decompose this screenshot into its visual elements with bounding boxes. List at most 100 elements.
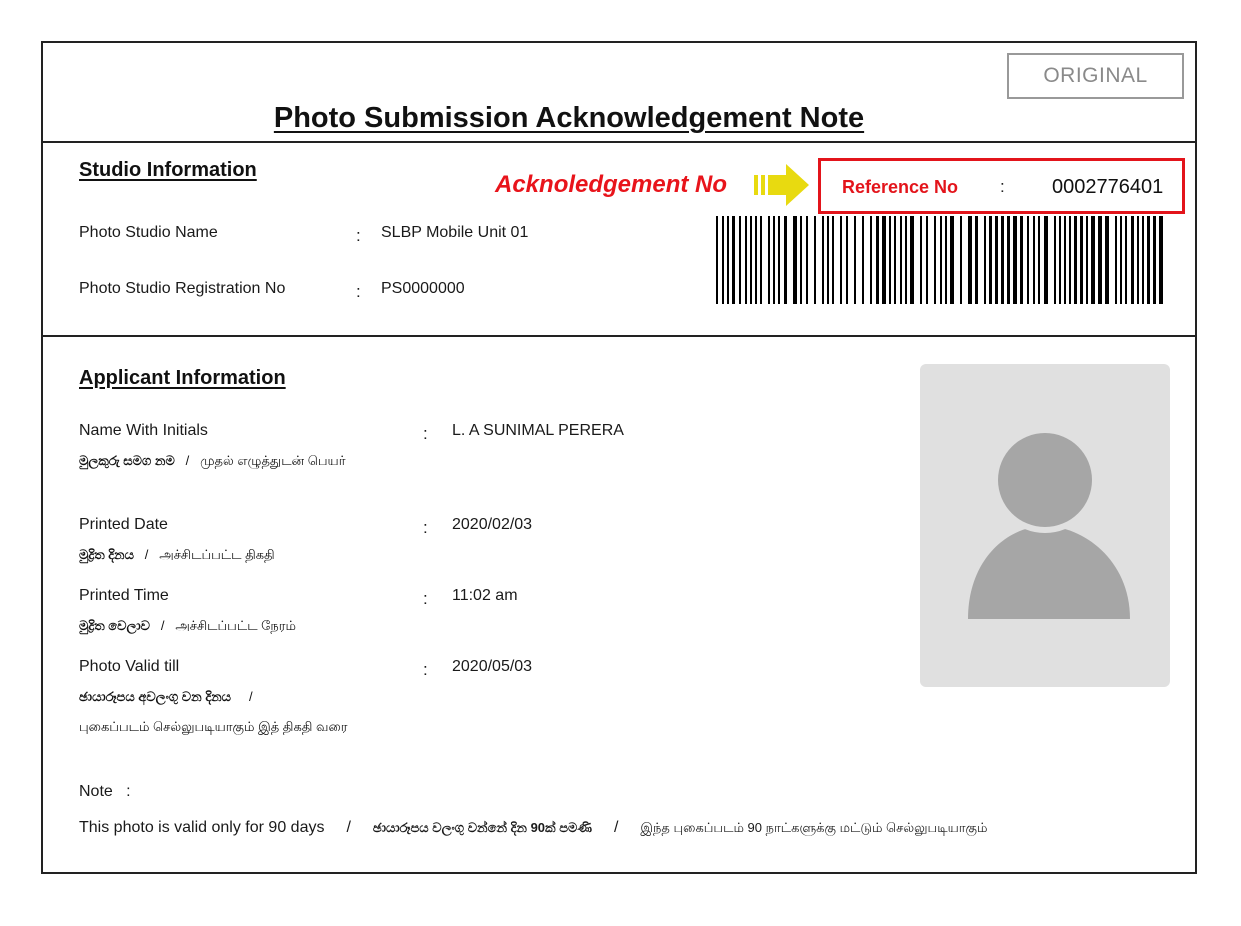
barcode-bar (1086, 216, 1088, 304)
studio-reg-label: Photo Studio Registration No (79, 280, 286, 297)
barcode-bar (722, 216, 724, 304)
barcode-bar (1013, 216, 1017, 304)
barcode-bar (1007, 216, 1010, 304)
applicant-photo (920, 364, 1170, 687)
studio-name-label: Photo Studio Name (79, 224, 218, 241)
barcode-bar (1044, 216, 1048, 304)
note-english: This photo is valid only for 90 days (79, 819, 325, 836)
barcode-bar (1064, 216, 1066, 304)
valid-till-sinhala-line: ඡායාරූපය අවලංගු වන දිනය / (79, 689, 253, 704)
printed-date-value: 2020/02/03 (452, 516, 533, 533)
section-divider (41, 335, 1197, 337)
barcode-bar (1027, 216, 1029, 304)
barcode-bar (814, 216, 816, 304)
barcode-bar (1098, 216, 1102, 304)
barcode-bar (806, 216, 808, 304)
printed-time-translation: මුද්‍රිත වෙලාව / அச்சிடப்பட்ட நேரம் (79, 618, 296, 633)
reference-no-colon: : (1000, 177, 1005, 196)
note-sinhala: ඡායාරූපය වලංගු වන්නේ දින 90ක් පමණි (372, 820, 592, 835)
barcode-bar (910, 216, 914, 304)
barcode-bar (784, 216, 787, 304)
original-stamp: ORIGINAL (1007, 53, 1184, 99)
barcode-bar (945, 216, 947, 304)
barcode-bar (1020, 216, 1023, 304)
reference-no-label: Reference No (842, 177, 959, 197)
barcode-bar (750, 216, 752, 304)
name-value: L. A SUNIMAL PERERA (452, 422, 624, 439)
barcode-bar (1131, 216, 1134, 304)
barcode-bar (760, 216, 762, 304)
printed-time-value: 11:02 am (452, 587, 518, 604)
printed-time-label: Printed Time (79, 587, 169, 604)
barcode-bar (1054, 216, 1056, 304)
barcode-bar (1115, 216, 1117, 304)
barcode-bar (755, 216, 757, 304)
name-tamil: முதல் எழுத்துடன் பெயர் (200, 453, 346, 468)
barcode-bar (1091, 216, 1095, 304)
name-label: Name With Initials (79, 422, 208, 439)
printed-date-sinhala: මුද්‍රිත දිනය (79, 547, 134, 562)
reference-no-value: 0002776401 (1052, 176, 1164, 198)
barcode-bar (773, 216, 775, 304)
barcode-bar (1137, 216, 1139, 304)
barcode-bar (827, 216, 829, 304)
document-title: Photo Submission Acknowledgement Note (273, 102, 865, 134)
barcode-bar (882, 216, 886, 304)
barcode-bar (727, 216, 729, 304)
barcode-bar (889, 216, 891, 304)
barcode-bar (745, 216, 747, 304)
barcode-bar (876, 216, 879, 304)
barcode-bar (778, 216, 780, 304)
barcode-bar (793, 216, 797, 304)
barcode-image (716, 216, 1168, 304)
barcode-bar (832, 216, 834, 304)
barcode-bar (800, 216, 802, 304)
valid-till-colon: : (423, 660, 428, 679)
barcode-bar (822, 216, 824, 304)
barcode-bar (905, 216, 907, 304)
studio-name-colon: : (356, 226, 361, 245)
barcode-bar (862, 216, 864, 304)
barcode-bar (870, 216, 872, 304)
valid-till-tamil: புகைப்படம் செல்லுபடியாகும் இத் திகதி வரை (79, 719, 348, 734)
studio-reg-value: PS0000000 (381, 280, 465, 297)
barcode-bar (1059, 216, 1061, 304)
barcode-bar (894, 216, 896, 304)
barcode-bar (975, 216, 978, 304)
barcode-bar (934, 216, 936, 304)
studio-section-title: Studio Information (79, 159, 257, 181)
printed-date-label: Printed Date (79, 516, 168, 533)
barcode-bar (920, 216, 922, 304)
acknowledgement-no-annotation: Acknoledgement No (495, 171, 728, 198)
barcode-bar (989, 216, 992, 304)
studio-name-value: SLBP Mobile Unit 01 (381, 224, 529, 241)
barcode-bar (1105, 216, 1109, 304)
barcode-bar (1120, 216, 1122, 304)
barcode-bar (960, 216, 962, 304)
barcode-bar (1033, 216, 1035, 304)
barcode-bar (1142, 216, 1144, 304)
note-text: This photo is valid only for 90 days / ඡාය… (79, 819, 988, 836)
printed-time-tamil: அச்சிடப்பட்ட நேரம் (175, 618, 296, 633)
valid-till-label: Photo Valid till (79, 658, 180, 675)
applicant-section-title: Applicant Information (79, 367, 286, 389)
printed-date-colon: : (423, 518, 428, 537)
name-colon: : (423, 424, 428, 443)
printed-date-tamil: அச்சிடப்பட்ட திகதி (159, 547, 275, 562)
arrow-right-icon (754, 164, 809, 206)
barcode-bar (984, 216, 986, 304)
name-sinhala: මුලකුරු සමග නම (79, 453, 175, 468)
document-title-wrap: Photo Submission Acknowledgement Note (41, 102, 1197, 135)
barcode-bar (1001, 216, 1004, 304)
person-silhouette-icon (968, 427, 1130, 619)
name-translation: මුලකුරු සමග නම / முதல் எழுத்துடன் பெயர் (79, 453, 346, 468)
barcode-bar (900, 216, 902, 304)
studio-reg-colon: : (356, 282, 361, 301)
barcode-bar (1159, 216, 1163, 304)
barcode-bar (1038, 216, 1040, 304)
barcode-bar (1074, 216, 1077, 304)
barcode-bar (1080, 216, 1083, 304)
barcode-bar (732, 216, 735, 304)
barcode-bar (768, 216, 770, 304)
barcode-bar (950, 216, 954, 304)
